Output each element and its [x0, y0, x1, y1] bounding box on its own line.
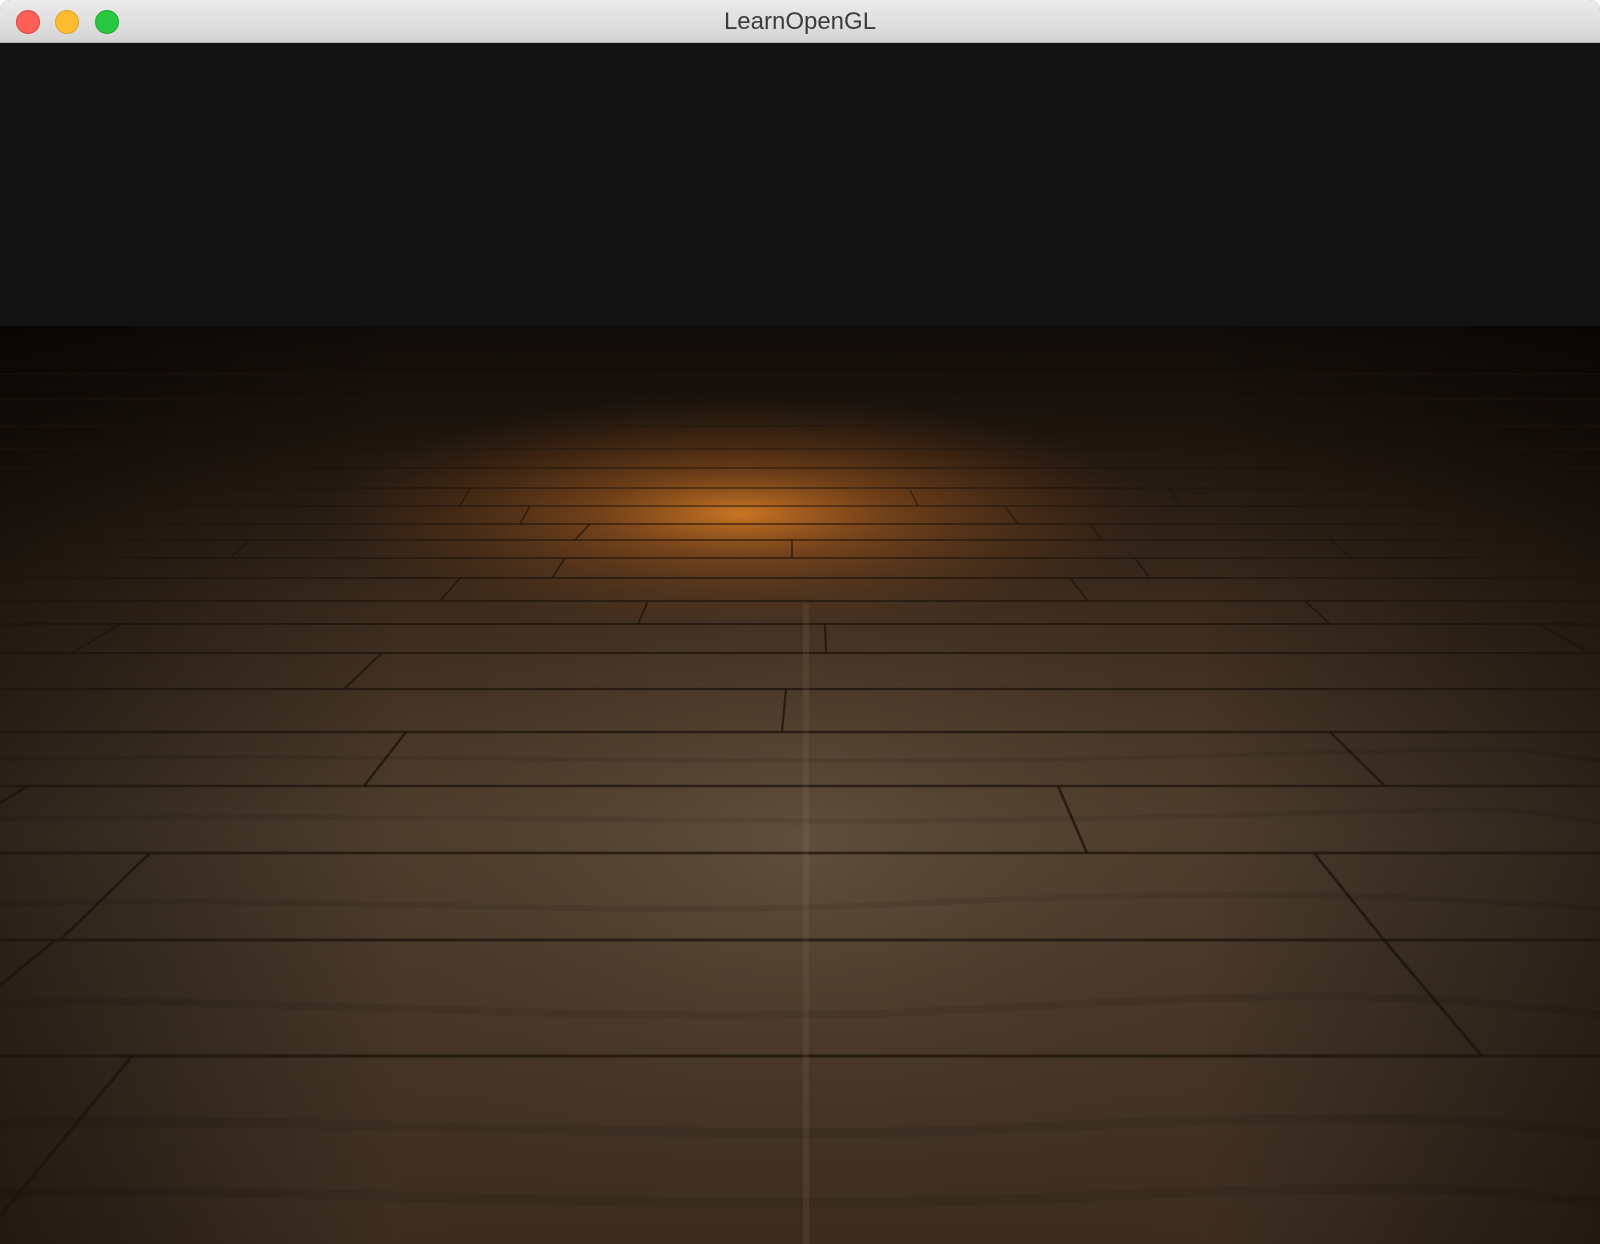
- light-streak: [803, 604, 809, 1244]
- rendered-scene: [0, 326, 1600, 1244]
- window-title: LearnOpenGL: [723, 8, 877, 35]
- opengl-viewport[interactable]: [0, 44, 1600, 1244]
- title-bar[interactable]: LearnOpenGL: [0, 0, 1600, 43]
- app-window: LearnOpenGL: [0, 0, 1600, 1244]
